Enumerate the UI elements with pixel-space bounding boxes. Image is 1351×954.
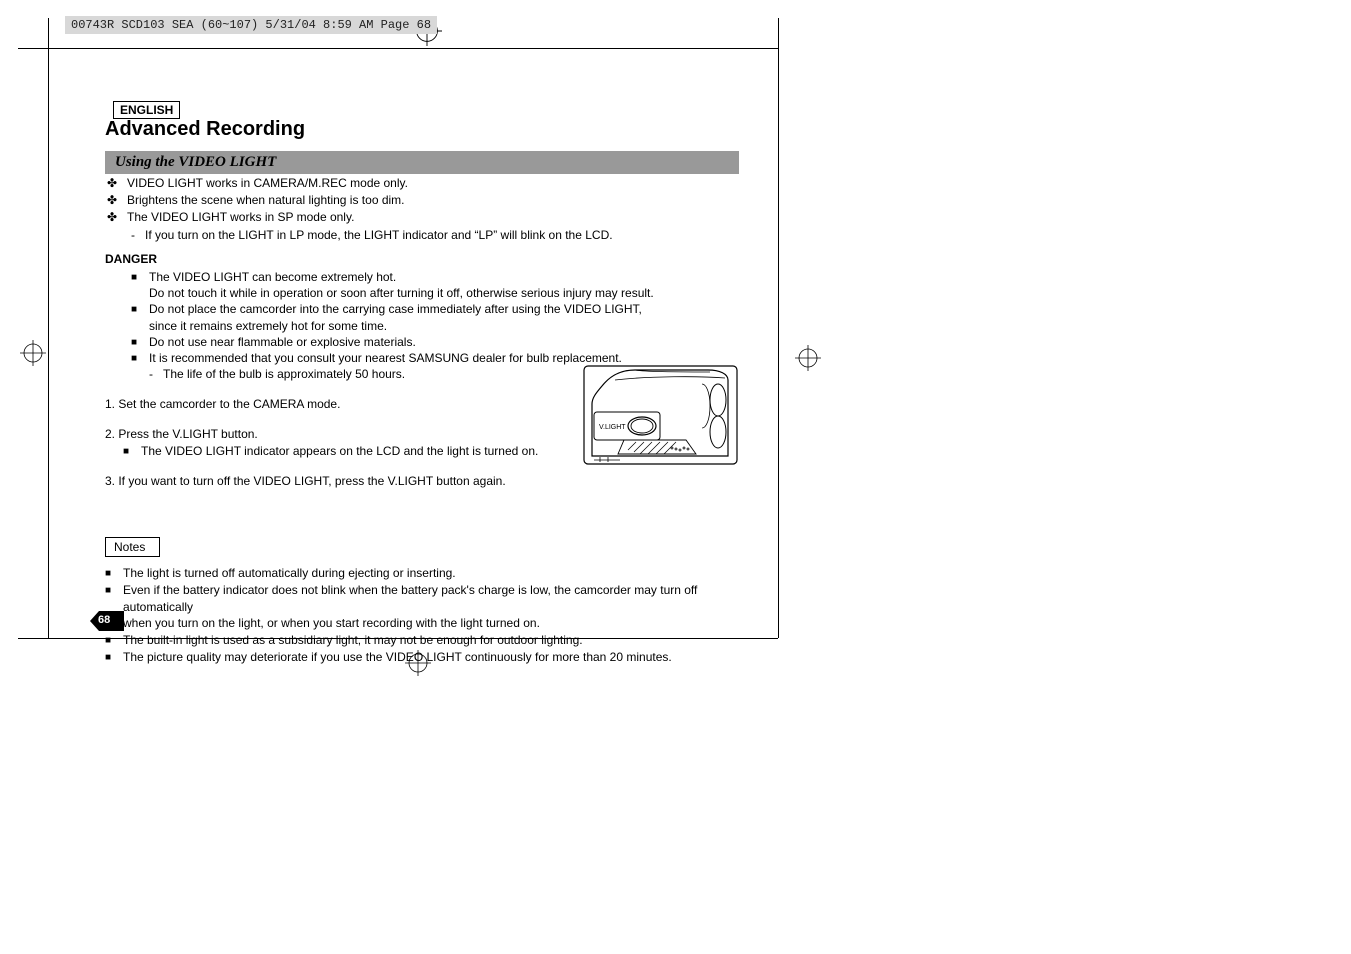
danger-heading: DANGER (105, 251, 745, 267)
dash-bullet-icon: - (149, 366, 157, 382)
intro-item: ✤ Brightens the scene when natural light… (105, 192, 745, 208)
crop-line-left (48, 18, 49, 638)
danger-line: Do not touch it while in operation or so… (149, 286, 654, 300)
plus-bullet-icon: ✤ (105, 175, 119, 191)
notes-item: ■ The built-in light is used as a subsid… (105, 632, 745, 648)
camcorder-diagram-icon: V.LIGHT (580, 362, 741, 468)
step-text: 3. If you want to turn off the VIDEO LIG… (105, 473, 745, 489)
plus-bullet-icon: ✤ (105, 192, 119, 208)
notes-item: ■ Even if the battery indicator does not… (105, 582, 745, 631)
notes-item: ■ The light is turned off automatically … (105, 565, 745, 581)
intro-text: The VIDEO LIGHT works in SP mode only. (127, 209, 354, 225)
danger-line: Do not use near flammable or explosive m… (149, 334, 416, 350)
square-bullet-icon: ■ (123, 443, 133, 459)
intro-item: ✤ VIDEO LIGHT works in CAMERA/M.REC mode… (105, 175, 745, 191)
danger-sub-line: The life of the bulb is approximately 50… (163, 366, 405, 382)
print-header: 00743R SCD103 SEA (60~107) 5/31/04 8:59 … (65, 16, 437, 34)
danger-line: since it remains extremely hot for some … (149, 319, 387, 333)
square-bullet-icon: ■ (105, 632, 115, 648)
vlight-label: V.LIGHT (599, 424, 626, 431)
danger-item: ■ Do not use near flammable or explosive… (131, 334, 745, 350)
step-sub-text: The VIDEO LIGHT indicator appears on the… (141, 443, 538, 459)
square-bullet-icon: ■ (131, 301, 141, 333)
intro-text: VIDEO LIGHT works in CAMERA/M.REC mode o… (127, 175, 408, 191)
step-item: 3. If you want to turn off the VIDEO LIG… (105, 473, 745, 489)
notes-text: The light is turned off automatically du… (123, 565, 456, 581)
notes-text: The built-in light is used as a subsidia… (123, 632, 583, 648)
intro-item: ✤ The VIDEO LIGHT works in SP mode only. (105, 209, 745, 225)
danger-line: Do not place the camcorder into the carr… (149, 302, 642, 316)
registration-mark-left-icon (20, 340, 46, 366)
dash-bullet-icon: - (131, 227, 139, 243)
notes-text: The picture quality may deteriorate if y… (123, 649, 672, 665)
notes-text: when you turn on the light, or when you … (123, 616, 540, 630)
danger-line: It is recommended that you consult your … (149, 350, 622, 366)
section-title: Advanced Recording (105, 118, 305, 141)
square-bullet-icon: ■ (105, 649, 115, 665)
crop-line-right (778, 18, 779, 638)
square-bullet-icon: ■ (131, 350, 141, 366)
danger-line: The VIDEO LIGHT can become extremely hot… (149, 270, 396, 284)
danger-item: ■ Do not place the camcorder into the ca… (131, 301, 745, 333)
section-subtitle: Using the VIDEO LIGHT (105, 151, 739, 174)
language-badge: ENGLISH (113, 101, 180, 119)
square-bullet-icon: ■ (105, 565, 115, 581)
notes-item: ■ The picture quality may deteriorate if… (105, 649, 745, 665)
page-number: 68 (98, 614, 110, 626)
registration-mark-right-icon (795, 345, 821, 371)
notes-text: Even if the battery indicator does not b… (123, 583, 697, 613)
intro-sub-text: If you turn on the LIGHT in LP mode, the… (145, 227, 613, 243)
danger-item: ■ The VIDEO LIGHT can become extremely h… (131, 269, 745, 301)
notes-heading: Notes (105, 537, 160, 557)
intro-subitem: - If you turn on the LIGHT in LP mode, t… (131, 227, 745, 243)
notes-list: ■ The light is turned off automatically … (105, 565, 745, 665)
square-bullet-icon: ■ (131, 334, 141, 350)
intro-text: Brightens the scene when natural lightin… (127, 192, 405, 208)
plus-bullet-icon: ✤ (105, 209, 119, 225)
square-bullet-icon: ■ (131, 269, 141, 301)
